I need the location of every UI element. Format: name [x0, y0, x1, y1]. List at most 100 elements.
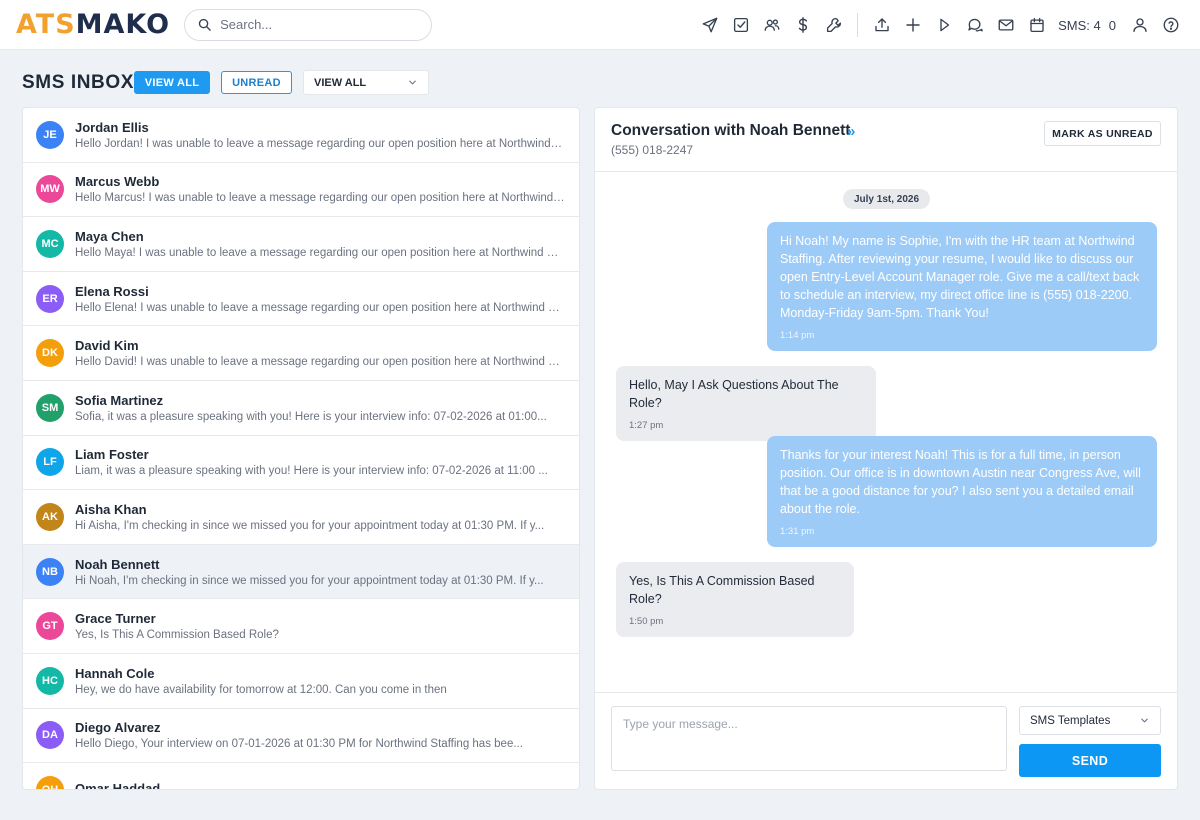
message-bubble-outgoing: Hi Noah! My name is Sophie, I'm with the…: [767, 222, 1157, 351]
contact-phone: (555) 018-2247: [611, 143, 694, 157]
message-text: Hello, May I Ask Questions About The Rol…: [629, 378, 839, 410]
contact-name: Noah Bennett: [75, 556, 160, 572]
page-title: SMS INBOX: [22, 72, 135, 93]
conversation-item[interactable]: DK David Kim Hello David! I was unable to…: [23, 326, 579, 381]
conversation-item[interactable]: DA Diego Alvarez Hello Diego, Your interv…: [23, 709, 579, 764]
conversation-item[interactable]: MC Maya Chen Hello Maya! I was unable to …: [23, 217, 579, 272]
avatar: HC: [36, 666, 64, 695]
contact-name: Hannah Cole: [75, 665, 155, 681]
message-bubble-incoming: Yes, Is This A Commission Based Role? 1:…: [616, 562, 854, 637]
top-toolbar: SMS: 4 0: [694, 0, 1186, 50]
message-time: 1:27 pm: [629, 420, 664, 431]
contact-name: Diego Alvarez: [75, 720, 161, 736]
message-preview: Yes, Is This A Commission Based Role?: [75, 629, 279, 642]
contact-name: Marcus Webb: [75, 174, 160, 190]
conversation-item[interactable]: GT Grace Turner Yes, Is This A Commission…: [23, 599, 579, 654]
checkbox-icon[interactable]: [725, 10, 756, 40]
avatar: JE: [36, 120, 64, 149]
play-icon[interactable]: [928, 10, 959, 40]
dollar-icon[interactable]: [787, 10, 818, 40]
conversation-item[interactable]: AK Aisha Khan Hi Aisha, I'm checking in s…: [23, 490, 579, 545]
mail-icon[interactable]: [990, 10, 1021, 40]
date-separator: July 1st, 2026: [843, 189, 930, 209]
sms-templates-dropdown[interactable]: SMS Templates: [1019, 706, 1161, 735]
contact-name: Sofia Martinez: [75, 392, 164, 408]
avatar: AK: [36, 502, 64, 531]
contact-name: Liam Foster: [75, 447, 149, 463]
contact-name: Omar Haddad: [75, 780, 161, 790]
conversation-title: Conversation with Noah Bennett: [611, 122, 851, 139]
contact-name: Elena Rossi: [75, 283, 149, 299]
message-time: 1:31 pm: [780, 526, 815, 537]
user-icon[interactable]: [1124, 10, 1155, 40]
avatar: NB: [36, 557, 64, 586]
avatar: MW: [36, 175, 64, 204]
contact-name: David Kim: [75, 338, 139, 354]
plus-icon[interactable]: [897, 10, 928, 40]
search-icon: [198, 18, 211, 31]
notification-count[interactable]: 0: [1109, 18, 1116, 33]
conversation-item[interactable]: JE Jordan Ellis Hello Jordan! I was unabl…: [23, 108, 579, 163]
message-preview: Hey, we do have availability for tomorro…: [75, 683, 447, 696]
conversation-header: Conversation with Noah Bennett » (555) 0…: [595, 108, 1177, 172]
wrench-icon[interactable]: [818, 10, 849, 40]
avatar: ER: [36, 284, 64, 313]
chat-icon[interactable]: [959, 10, 990, 40]
conversation-item[interactable]: HC Hannah Cole Hey, we do have availabili…: [23, 654, 579, 709]
conversation-item[interactable]: LF Liam Foster Liam, it was a pleasure sp…: [23, 436, 579, 491]
contact-name: Maya Chen: [75, 228, 144, 244]
double-chevron-right-icon[interactable]: »: [847, 123, 855, 140]
toolbar-divider: [857, 13, 859, 37]
message-preview: Hello Diego, Your interview on 07-01-202…: [75, 738, 523, 751]
avatar: OH: [36, 775, 64, 789]
send-icon[interactable]: [694, 10, 725, 40]
avatar: DK: [36, 339, 64, 368]
message-bubble-outgoing: Thanks for your interest Noah! This is f…: [767, 436, 1157, 547]
message-text: Hi Noah! My name is Sophie, I'm with the…: [780, 234, 1140, 320]
conversation-item-selected[interactable]: NB Noah Bennett Hi Noah, I'm checking in …: [23, 544, 579, 600]
message-input[interactable]: [611, 706, 1007, 771]
help-icon[interactable]: [1155, 10, 1186, 40]
logo-part-2: MAKO: [75, 9, 171, 40]
message-bubble-incoming: Hello, May I Ask Questions About The Rol…: [616, 366, 876, 441]
avatar: SM: [36, 393, 64, 422]
view-all-button[interactable]: VIEW ALL: [134, 71, 210, 94]
conversation-item[interactable]: SM Sofia Martinez Sofia, it was a pleasur…: [23, 381, 579, 436]
message-preview: Hello Marcus! I was unable to leave a me…: [75, 192, 565, 205]
conversation-item[interactable]: OH Omar Haddad: [23, 763, 579, 790]
search-input[interactable]: [220, 17, 411, 32]
send-button[interactable]: SEND: [1019, 744, 1161, 777]
message-preview: Hello Jordan! I was unable to leave a me…: [75, 137, 565, 150]
message-time: 1:50 pm: [629, 616, 664, 627]
message-time: 1:14 pm: [780, 330, 815, 341]
message-preview: Sofia, it was a pleasure speaking with y…: [75, 410, 547, 423]
search-box[interactable]: [184, 8, 433, 41]
avatar: MC: [36, 229, 64, 258]
logo[interactable]: ATSMAKO: [16, 9, 170, 40]
avatar: GT: [36, 612, 64, 641]
message-preview: Liam, it was a pleasure speaking with yo…: [75, 465, 548, 478]
unread-button[interactable]: UNREAD: [221, 71, 292, 94]
message-text: Thanks for your interest Noah! This is f…: [780, 448, 1141, 516]
conversation-item[interactable]: ER Elena Rossi Hello Elena! I was unable …: [23, 272, 579, 327]
sms-count[interactable]: SMS: 4: [1058, 18, 1101, 33]
contact-name: Aisha Khan: [75, 501, 147, 517]
avatar: DA: [36, 721, 64, 750]
message-composer: SMS Templates SEND: [595, 692, 1177, 789]
upload-icon[interactable]: [866, 10, 897, 40]
message-preview: Hi Aisha, I'm checking in since we misse…: [75, 519, 545, 532]
top-bar: ATSMAKO SMS: 4 0: [0, 0, 1200, 50]
mark-as-unread-button[interactable]: MARK AS UNREAD: [1044, 121, 1161, 146]
conversation-list: JE Jordan Ellis Hello Jordan! I was unabl…: [22, 107, 580, 790]
filter-dropdown[interactable]: VIEW ALL: [303, 70, 429, 95]
message-preview: Hello David! I was unable to leave a mes…: [75, 356, 565, 369]
conversation-item[interactable]: MW Marcus Webb Hello Marcus! I was unable…: [23, 163, 579, 218]
chevron-down-icon: [409, 80, 416, 85]
calendar-icon[interactable]: [1021, 10, 1052, 40]
message-text: Yes, Is This A Commission Based Role?: [629, 574, 815, 606]
message-preview: Hi Noah, I'm checking in since we missed…: [75, 574, 544, 587]
sms-templates-value: SMS Templates: [1030, 714, 1111, 727]
message-thread[interactable]: July 1st, 2026 Hi Noah! My name is Sophi…: [595, 173, 1177, 691]
filter-dropdown-value: VIEW ALL: [314, 76, 367, 89]
users-icon[interactable]: [756, 10, 787, 40]
